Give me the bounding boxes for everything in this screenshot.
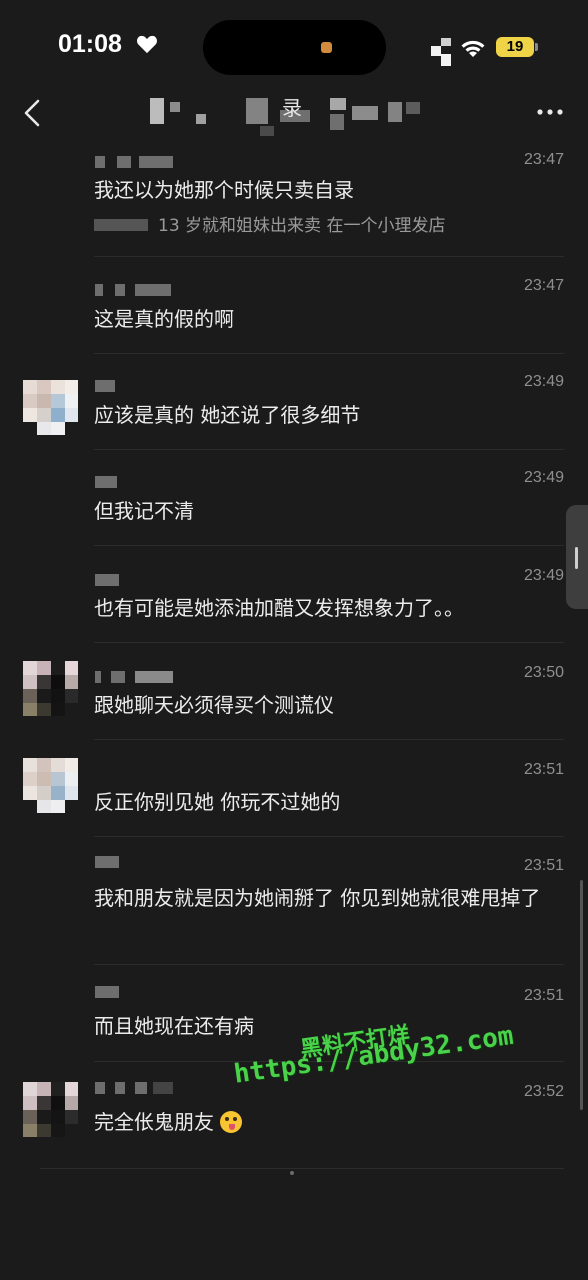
message-text: 应该是真的 她还说了很多细节 (94, 403, 361, 427)
heart-icon (137, 35, 157, 54)
ellipsis-icon[interactable] (536, 108, 564, 116)
bottom-indicator (290, 1171, 294, 1175)
chat-header: 录 (0, 78, 588, 150)
privacy-indicator-icon (321, 42, 332, 53)
message-divider (94, 256, 564, 257)
avatar[interactable] (23, 661, 78, 716)
message-text: 跟她聊天必须得买个测谎仪 (94, 693, 334, 717)
message-time: 23:49 (523, 469, 564, 486)
battery-tip (535, 43, 538, 51)
message-time: 23:51 (523, 987, 564, 1004)
wifi-icon (461, 40, 485, 57)
status-bar: 01:08 19 (0, 0, 588, 90)
chat-title-tail: 录 (282, 96, 302, 120)
message-time: 23:51 (523, 857, 564, 874)
message-time: 23:49 (523, 567, 564, 584)
message-divider (94, 964, 564, 965)
message-text: 反正你别见她 你玩不过她的 (94, 790, 341, 814)
message-text: 完全伥鬼朋友 (94, 1108, 564, 1137)
message-time: 23:51 (523, 761, 564, 778)
message-text: 这是真的假的啊 (94, 307, 234, 331)
message-divider (94, 449, 564, 450)
message-divider (94, 545, 564, 546)
message-text: 我还以为她那个时候只卖自录 (94, 178, 354, 202)
message-text: 但我记不清 (94, 499, 194, 523)
message-divider (94, 353, 564, 354)
message-text: 也有可能是她添油加醋又发挥想象力了。。 (94, 596, 464, 620)
message-time: 23:49 (523, 373, 564, 390)
message-time: 23:47 (523, 151, 564, 168)
quoted-message: 13 岁就和姐妹出来卖 在一个小理发店 (94, 211, 445, 236)
message-divider (40, 1168, 564, 1169)
cellular-signal-icon (431, 38, 451, 66)
message-time: 23:50 (523, 664, 564, 681)
quoted-message-text: 13 岁就和姐妹出来卖 在一个小理发店 (158, 216, 446, 236)
dynamic-island (203, 20, 386, 75)
scroll-handle[interactable] (566, 505, 588, 609)
zany-face-emoji-icon (220, 1111, 243, 1133)
avatar[interactable] (23, 758, 78, 813)
avatar[interactable] (23, 1082, 78, 1137)
chevron-left-icon[interactable] (20, 98, 44, 128)
message-divider (94, 642, 564, 643)
battery-indicator: 19 (496, 37, 534, 57)
message-text: 我和朋友就是因为她闹掰了 你见到她就很难甩掉了 (94, 886, 541, 910)
status-time: 01:08 (58, 30, 122, 58)
message-time: 23:47 (523, 277, 564, 294)
scrollbar[interactable] (580, 880, 583, 1110)
message-time: 23:52 (523, 1083, 564, 1100)
message-text-content: 完全伥鬼朋友 (94, 1110, 214, 1134)
message-divider (94, 836, 564, 837)
avatar[interactable] (23, 380, 78, 435)
message-divider (94, 739, 564, 740)
